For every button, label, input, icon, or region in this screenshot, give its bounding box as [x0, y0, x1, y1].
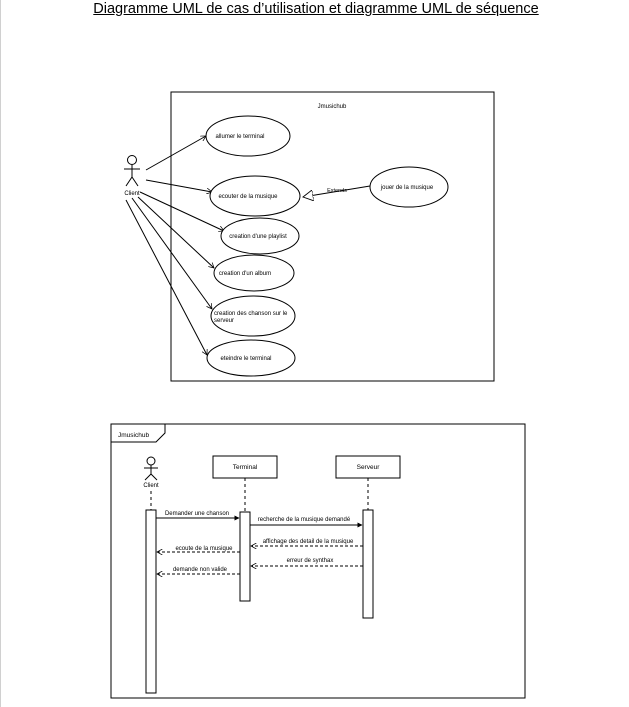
sequence-diagram: Jmusichub Client Terminal Serveur Demand…: [110, 423, 526, 699]
lifeline-label: Terminal: [233, 464, 258, 471]
use-case-label: ecouter de la musique: [218, 194, 278, 200]
message-demander: Demander une chanson: [156, 511, 240, 521]
use-case-label-line2: serveur: [214, 318, 234, 324]
message-ecoute: ecoute de la musique: [157, 546, 240, 552]
message-label: recherche de la musique demandé: [258, 517, 351, 523]
use-case-eteindre: eteindre le terminal: [206, 339, 296, 377]
message-demande-non-valide: demande non valide: [157, 567, 240, 574]
lifeline-terminal-head: Terminal: [212, 455, 278, 479]
sequence-client-actor: [144, 456, 158, 481]
use-case-label: eteindre le terminal: [220, 356, 271, 362]
serveur-activation: [362, 509, 374, 619]
lifelines: [150, 478, 369, 512]
message-label: affichage des detail de la musique: [263, 539, 354, 545]
lifeline-serveur-head: Serveur: [335, 455, 401, 479]
message-label: demande non valide: [173, 567, 228, 573]
use-case-album: creation d'un album: [213, 254, 295, 292]
extend-label: Extends: [327, 188, 347, 194]
use-case-chanson: creation des chanson sur le serveur: [210, 295, 296, 337]
use-case-jouer: jouer de la musique: [369, 166, 449, 208]
actor-associations: [125, 135, 224, 355]
message-label: ecoute de la musique: [175, 546, 233, 552]
system-name: Jmusichub: [318, 104, 347, 110]
use-case-label: creation d'un album: [219, 271, 271, 277]
client-actor: [124, 155, 140, 187]
message-recherche: recherche de la musique demandé: [250, 517, 363, 528]
lifeline-label: Serveur: [357, 464, 381, 471]
use-case-ecouter: ecouter de la musique: [209, 175, 301, 217]
use-case-diagram: Jmusichub Client allumer le terminal eco: [124, 91, 495, 382]
use-case-allumer: allumer le terminal: [205, 115, 291, 157]
client-activation: [145, 509, 157, 694]
actor-label: Client: [124, 191, 140, 197]
frame-label: Jmusichub: [118, 432, 149, 439]
message-label: erreur de synthax: [287, 558, 334, 564]
message-label: Demander une chanson: [165, 511, 229, 517]
use-case-label: allumer le terminal: [215, 134, 264, 140]
terminal-activation: [239, 511, 251, 602]
message-erreur: erreur de synthax: [251, 558, 363, 566]
uml-diagrams: Jmusichub Client allumer le terminal eco: [110, 91, 526, 699]
use-case-playlist: creation d'une playlist: [220, 217, 300, 255]
use-case-label: creation d'une playlist: [229, 234, 287, 240]
use-case-label: creation des chanson sur le: [214, 311, 288, 317]
message-affichage: affichage des detail de la musique: [251, 539, 363, 546]
use-case-label: jouer de la musique: [380, 185, 434, 191]
sequence-actor-label: Client: [143, 483, 159, 489]
